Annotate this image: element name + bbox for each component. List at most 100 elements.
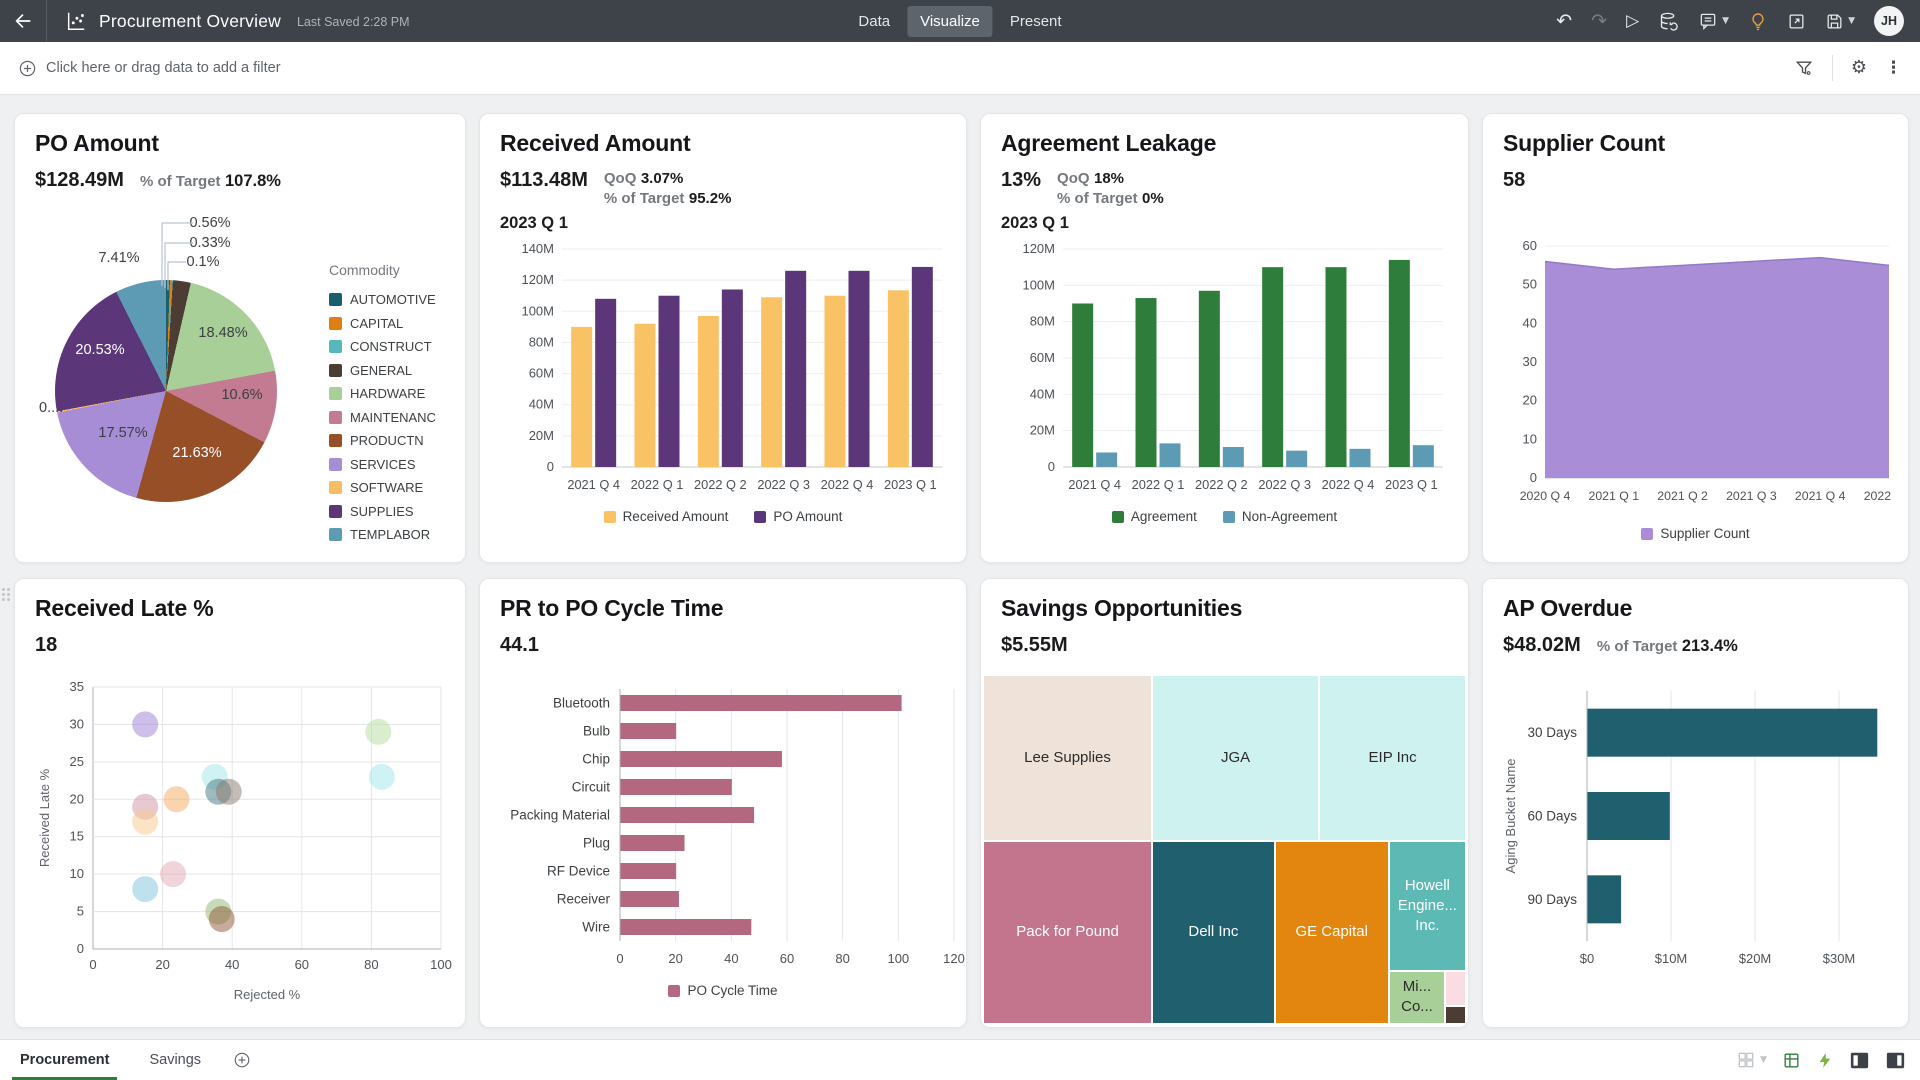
treemap-cell-ge-capital[interactable]: GE Capital: [1275, 841, 1389, 1024]
preview-button[interactable]: ▷: [1626, 13, 1639, 30]
savings-treemap-chart[interactable]: Lee SuppliesJGAEIP Inc Pack for PoundDell…: [983, 675, 1466, 1024]
canvas-tab-savings[interactable]: Savings: [129, 1040, 221, 1080]
pr-po-cycle-hbar-chart[interactable]: 020406080100120BluetoothBulbChipCircuitP…: [500, 683, 967, 979]
ap-overdue-hbar-chart[interactable]: $0$10M$20M$30M30 Days60 Days90 DaysAging…: [1503, 677, 1899, 989]
svg-text:40M: 40M: [1030, 386, 1055, 401]
undo-button[interactable]: ↶: [1556, 12, 1572, 31]
svg-text:90 Days: 90 Days: [1527, 892, 1577, 907]
svg-text:100M: 100M: [521, 303, 554, 318]
svg-text:60M: 60M: [1030, 350, 1055, 365]
user-avatar[interactable]: JH: [1874, 6, 1904, 36]
card-received-late: Received Late % 18 020406080100051015202…: [14, 578, 466, 1028]
canvas-settings-gear-icon[interactable]: ⚙: [1851, 59, 1867, 77]
treemap-cell-howell-engine-inc[interactable]: Howell Engine... Inc.: [1389, 841, 1466, 971]
page-title: Procurement Overview: [99, 11, 281, 32]
grid-view-button[interactable]: [1782, 1051, 1801, 1070]
supplier-count-legend: Supplier Count: [1503, 526, 1888, 541]
legend-item: Non-Agreement: [1223, 509, 1337, 524]
filter-settings-icon[interactable]: [1794, 58, 1814, 78]
tab-data[interactable]: Data: [845, 6, 903, 37]
add-canvas-button[interactable]: [233, 1051, 251, 1069]
treemap-cell-dell-inc[interactable]: Dell Inc: [1152, 841, 1275, 1024]
svg-text:10: 10: [1523, 431, 1537, 446]
svg-text:RF Device: RF Device: [547, 864, 610, 879]
legend-item: Received Amount: [604, 509, 729, 524]
svg-text:2022 Q 4: 2022 Q 4: [1322, 477, 1375, 492]
agreement-leakage-bar-chart[interactable]: 020M40M60M80M100M120M2021 Q 42022 Q 1202…: [1001, 237, 1451, 505]
add-filter-dropzone[interactable]: Click here or drag data to add a filter: [18, 59, 281, 78]
back-button[interactable]: [0, 0, 46, 42]
treemap-cell-pack-for-pound[interactable]: Pack for Pound: [983, 841, 1152, 1024]
svg-text:15: 15: [70, 829, 84, 844]
canvas-layout-button[interactable]: ▼: [1736, 1050, 1767, 1070]
svg-text:Bulb: Bulb: [583, 724, 610, 739]
svg-text:10: 10: [70, 866, 84, 881]
received-amount-bar-chart[interactable]: 020M40M60M80M100M120M140M2021 Q 42022 Q …: [500, 237, 950, 505]
agreement-leakage-value: 13%: [1001, 169, 1041, 192]
pie-label-services: 17.57%: [98, 425, 147, 441]
card-title: Supplier Count: [1503, 130, 1888, 157]
svg-text:$20M: $20M: [1739, 951, 1772, 966]
legend-item-productn: PRODUCTN: [329, 433, 449, 448]
save-button[interactable]: ▼: [1825, 12, 1855, 31]
svg-text:20: 20: [668, 951, 682, 966]
kebab-menu-icon[interactable]: ⋮: [1885, 58, 1902, 78]
svg-text:80M: 80M: [529, 334, 554, 349]
svg-text:5: 5: [77, 904, 84, 919]
supplier-count-area-chart[interactable]: 01020304050602020 Q 42021 Q 12021 Q 2202…: [1503, 232, 1895, 522]
refresh-data-button[interactable]: [1658, 11, 1679, 32]
redo-button[interactable]: ↷: [1591, 12, 1607, 31]
svg-text:0: 0: [547, 459, 554, 474]
treemap-cell-jga[interactable]: JGA: [1152, 675, 1319, 841]
svg-text:2021 Q 1: 2021 Q 1: [1589, 489, 1640, 503]
legend-item-general: GENERAL: [329, 363, 449, 378]
supplier-count-value: 58: [1503, 169, 1525, 192]
toggle-left-panel-button[interactable]: [1849, 1051, 1870, 1070]
treemap-cell-eip-inc[interactable]: EIP Inc: [1319, 675, 1466, 841]
card-ap-overdue: AP Overdue $48.02M % of Target 213.4% $0…: [1482, 578, 1909, 1028]
tab-present[interactable]: Present: [997, 6, 1075, 37]
divider: [46, 0, 47, 42]
treemap-cell[interactable]: [1445, 971, 1466, 1006]
legend-item: PO Cycle Time: [668, 983, 777, 998]
svg-text:40: 40: [1523, 315, 1537, 330]
svg-text:80: 80: [835, 951, 849, 966]
insights-lightbulb-icon[interactable]: [1748, 11, 1768, 32]
svg-text:2022 Q 1: 2022 Q 1: [631, 477, 684, 492]
treemap-cell-lee-supplies[interactable]: Lee Supplies: [983, 675, 1152, 841]
toggle-right-panel-button[interactable]: [1885, 1051, 1906, 1070]
svg-text:120M: 120M: [521, 272, 554, 287]
svg-text:2021 Q 3: 2021 Q 3: [1726, 489, 1777, 503]
top-bar: Procurement Overview Last Saved 2:28 PM …: [0, 0, 1920, 42]
comments-button[interactable]: ▼: [1698, 11, 1729, 31]
canvas-tab-bar: ProcurementSavings ▼: [0, 1039, 1920, 1080]
pr-po-cycle-legend: PO Cycle Time: [500, 983, 946, 998]
svg-text:100M: 100M: [1022, 277, 1055, 292]
canvas-tab-procurement[interactable]: Procurement: [0, 1040, 129, 1080]
svg-text:2022 Q 3: 2022 Q 3: [1258, 477, 1311, 492]
svg-text:30: 30: [1523, 354, 1537, 369]
svg-text:20M: 20M: [1030, 423, 1055, 438]
workbook-chart-icon: [65, 10, 87, 32]
last-saved-text: Last Saved 2:28 PM: [297, 15, 410, 29]
svg-text:60 Days: 60 Days: [1527, 809, 1577, 824]
svg-text:100: 100: [887, 951, 909, 966]
svg-text:120M: 120M: [1022, 241, 1055, 256]
legend-item-templabor: TEMPLABOR: [329, 527, 449, 542]
svg-text:2021 Q 4: 2021 Q 4: [1795, 489, 1846, 503]
svg-text:2023 Q 1: 2023 Q 1: [884, 477, 937, 492]
canvas-drag-handle[interactable]: [2, 588, 12, 601]
treemap-cell[interactable]: [1445, 1006, 1466, 1024]
legend-item-maintenanc: MAINTENANC: [329, 410, 449, 425]
pie-label-supplies: 20.53%: [75, 342, 124, 358]
svg-text:2020 Q 4: 2020 Q 4: [1520, 489, 1571, 503]
legend-title: Commodity: [329, 262, 449, 278]
tab-visualize[interactable]: Visualize: [907, 6, 993, 37]
svg-text:20M: 20M: [529, 428, 554, 443]
plus-circle-icon: [18, 59, 37, 78]
treemap-cell-mi-co[interactable]: Mi... Co...: [1389, 971, 1446, 1024]
auto-insights-lightning-icon[interactable]: [1816, 1051, 1834, 1070]
open-in-new-button[interactable]: [1787, 12, 1806, 31]
pie-label-hardware: 18.48%: [198, 325, 247, 341]
received-late-scatter-chart[interactable]: 02040608010005101520253035Rejected %Rece…: [35, 675, 455, 1005]
